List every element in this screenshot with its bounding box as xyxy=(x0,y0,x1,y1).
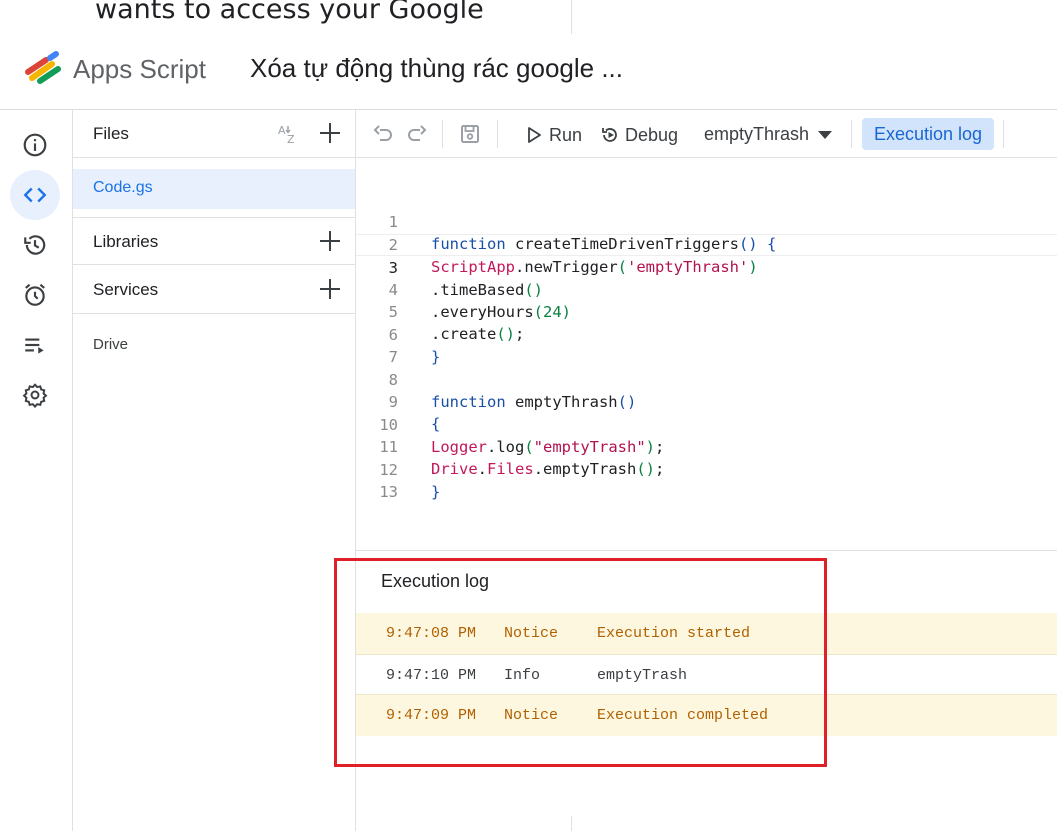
line-number: 13 xyxy=(379,483,398,501)
code-editor[interactable]: 1 function createTimeDrivenTriggers() { … xyxy=(356,159,1057,550)
function-select[interactable]: emptyThrash xyxy=(704,124,833,145)
log-message: Execution started xyxy=(597,625,751,642)
log-entry: 9:47:10 PM Info emptyTrash xyxy=(356,654,1057,695)
toolbar-divider xyxy=(1003,120,1004,148)
log-time: 9:47:08 PM xyxy=(386,625,477,642)
app-header: Apps Script Xóa tự động thùng rác google… xyxy=(0,36,1057,110)
debug-button[interactable]: Debug xyxy=(600,122,678,148)
rail-history-button[interactable] xyxy=(10,220,60,270)
code-line: 13 xyxy=(356,459,1057,501)
execution-log-title: Execution log xyxy=(381,571,490,591)
rail-editor-button[interactable] xyxy=(10,170,60,220)
permission-notice-text: wants to access your Google xyxy=(95,0,484,25)
play-icon xyxy=(528,127,541,143)
debug-label: Debug xyxy=(625,124,679,145)
execution-log-button[interactable]: Execution log xyxy=(862,118,994,150)
files-panel: Files A Z Code.gs Libraries Services Dri… xyxy=(73,110,355,831)
files-label: Files xyxy=(93,124,129,143)
code-line: 1 function createTimeDrivenTriggers() { xyxy=(356,189,1057,253)
save-icon[interactable] xyxy=(458,122,482,146)
code-line: 4 .everyHours(24) xyxy=(356,257,1057,321)
code-line: 11 Drive.Files.emptyTrash(); xyxy=(356,414,1057,478)
bottom-divider xyxy=(571,816,572,831)
services-label: Services xyxy=(93,280,159,299)
rail-executions-button[interactable] xyxy=(10,320,60,370)
log-entry: 9:47:08 PM Notice Execution started xyxy=(356,613,1057,654)
toolbar-divider xyxy=(851,120,852,148)
service-item-drive[interactable]: Drive xyxy=(93,336,128,353)
code-line: 8 function emptyThrash() xyxy=(356,347,1057,411)
code-line: 6 } xyxy=(356,302,1057,366)
libraries-row: Libraries xyxy=(73,217,355,265)
run-button[interactable]: Run xyxy=(524,122,582,148)
add-service-icon[interactable] xyxy=(317,276,343,302)
code-line: 10 Logger.log("emptyTrash"); xyxy=(356,392,1057,456)
rail-overview-button[interactable] xyxy=(10,120,60,170)
code-line: 5 .create(); xyxy=(356,279,1057,343)
add-library-icon[interactable] xyxy=(317,228,343,254)
svg-text:Z: Z xyxy=(287,133,295,146)
notice-divider xyxy=(571,0,572,34)
rail-triggers-button[interactable] xyxy=(10,270,60,320)
file-name: Code.gs xyxy=(93,179,153,196)
file-item-code-gs[interactable]: Code.gs xyxy=(73,169,355,209)
log-message: Execution completed xyxy=(597,707,769,724)
execution-log-panel: Execution log 9:47:08 PM Notice Executio… xyxy=(356,551,1057,831)
alarm-icon xyxy=(25,283,45,306)
code-icon xyxy=(23,187,47,203)
svg-text:A: A xyxy=(278,124,286,137)
code-line: 12 } xyxy=(356,437,1057,501)
permission-notice: wants to access your Google xyxy=(0,0,1057,36)
run-label: Run xyxy=(549,124,583,145)
libraries-label: Libraries xyxy=(93,232,159,251)
app-name[interactable]: Apps Script xyxy=(73,54,206,85)
history-icon xyxy=(24,235,46,255)
code-line: 9 { xyxy=(356,369,1057,433)
undo-icon[interactable] xyxy=(371,122,395,146)
log-message: emptyTrash xyxy=(597,667,688,684)
toolbar-divider xyxy=(442,120,443,148)
debug-icon xyxy=(602,128,617,142)
log-time: 9:47:09 PM xyxy=(386,707,477,724)
sort-az-icon[interactable]: A Z xyxy=(277,122,303,146)
files-header: Files A Z xyxy=(73,110,355,158)
editor-toolbar: Run Debug emptyThrash Execution log xyxy=(356,110,1057,158)
function-select-value: emptyThrash xyxy=(704,124,810,144)
rail-settings-button[interactable] xyxy=(10,370,60,420)
apps-script-logo-icon[interactable] xyxy=(22,50,64,86)
log-entry: 9:47:09 PM Notice Execution completed xyxy=(356,695,1057,736)
log-time: 9:47:10 PM xyxy=(386,667,477,684)
left-nav-rail xyxy=(0,110,72,831)
info-icon xyxy=(23,133,47,157)
execution-log-button-label: Execution log xyxy=(873,123,983,144)
redo-icon[interactable] xyxy=(405,122,429,146)
executions-icon xyxy=(25,338,44,354)
project-title[interactable]: Xóa tự động thùng rác google ... xyxy=(250,53,623,84)
gear-icon xyxy=(22,383,48,408)
services-row: Services xyxy=(73,266,355,314)
toolbar-divider xyxy=(497,120,498,148)
code-line: 7 xyxy=(356,324,1057,366)
log-level: Notice xyxy=(504,625,559,642)
log-level: Info xyxy=(504,667,541,684)
dropdown-arrow-icon xyxy=(818,130,833,139)
code-line-current: 3 .timeBased() xyxy=(356,234,1057,299)
code-text: } xyxy=(431,483,441,501)
log-level: Notice xyxy=(504,707,559,724)
add-file-icon[interactable] xyxy=(317,120,343,146)
code-line: 2 ScriptApp.newTrigger('emptyThrash') xyxy=(356,212,1057,276)
